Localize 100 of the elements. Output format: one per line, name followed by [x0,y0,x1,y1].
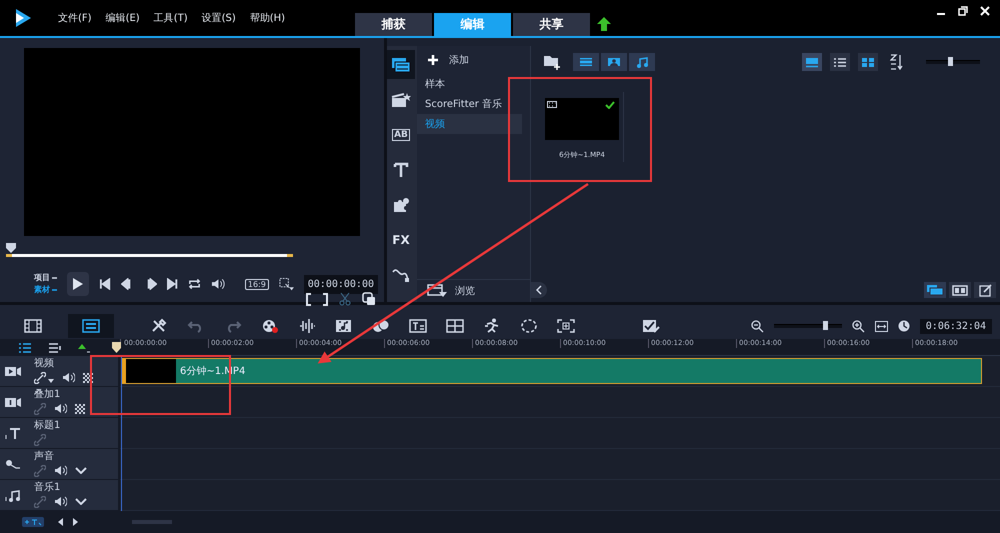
close-icon[interactable] [980,6,990,16]
photo-filter-button[interactable] [601,53,627,71]
zoom-slider[interactable] [774,324,842,328]
scroll-right-icon[interactable] [72,518,78,526]
film-icon[interactable] [579,57,593,67]
chevron-down-icon[interactable] [75,498,87,505]
transition-tab[interactable]: AB [387,120,415,149]
chapter-list-icon[interactable] [48,342,62,352]
puzzle-icon[interactable] [392,196,410,212]
fit-icon[interactable] [874,320,888,332]
skip-start-icon[interactable] [99,278,111,290]
aspect-ratio-dropdown[interactable]: 16:9 [244,278,269,290]
chevron-down-icon[interactable] [75,467,87,474]
menu-item[interactable]: 工具(T) [154,11,188,25]
volume-icon[interactable] [54,496,67,507]
add-icon[interactable] [427,54,439,66]
skip-end-icon[interactable] [166,278,178,290]
add-folder-icon[interactable] [543,54,561,70]
checker-icon[interactable] [83,372,93,382]
media-tab[interactable] [387,50,415,79]
play-button[interactable] [67,272,90,296]
edit-check-icon[interactable] [642,318,660,334]
edit-icon[interactable] [978,284,992,296]
mode-tab[interactable]: 共享 [513,13,590,36]
volume-icon[interactable] [210,278,225,290]
grid-icon[interactable] [446,318,464,334]
upload-arrow-icon[interactable] [596,16,612,32]
timecode-field[interactable]: 00:00:00:00 [304,274,378,294]
mode-toggle[interactable]: 项目 [34,272,50,284]
menu-item[interactable]: 编辑(E) [106,11,140,25]
playhead-icon[interactable] [112,342,121,354]
scrollbar[interactable] [132,520,172,524]
film-music-icon[interactable] [335,318,353,334]
video-filter-button[interactable] [573,53,599,71]
scissors-icon[interactable] [338,292,352,306]
split-view-button[interactable] [949,282,971,298]
mode-toggle[interactable]: 素材 [34,284,50,296]
clapper-star-icon[interactable] [391,92,411,108]
add-marker-icon[interactable] [78,342,90,352]
menu-item[interactable]: 帮助(H) [250,11,286,25]
sort-icon[interactable] [890,54,904,70]
reel-icon[interactable] [261,318,279,334]
track-header[interactable]: 叠加1 [0,387,120,418]
track-header[interactable]: 音乐1 [0,480,120,511]
runner-icon[interactable] [483,318,501,334]
add-label[interactable]: 添加 [449,53,469,67]
menu-item[interactable]: 文件(F) [58,11,92,25]
media-icon[interactable] [391,56,411,72]
play-icon[interactable] [72,277,84,291]
music-filter-button[interactable] [629,53,655,71]
collapse-button[interactable] [531,282,547,298]
crop-dropdown-icon[interactable] [278,277,294,291]
sound-wave-icon[interactable] [298,318,316,334]
list-view-button[interactable] [830,53,850,71]
volume-icon[interactable] [54,465,67,476]
repeat-icon[interactable] [188,278,201,290]
circles-icon[interactable] [372,318,390,334]
frame-icon[interactable] [557,318,575,334]
timeline-view-button[interactable] [68,314,114,338]
music-note-icon[interactable] [636,56,648,68]
menu-item[interactable]: 设置(S) [202,11,236,25]
category-item[interactable]: 视频 [417,114,522,134]
grid-view-button[interactable] [858,53,878,71]
scroll-left-icon[interactable] [58,518,64,526]
browse-label[interactable]: 浏览 [455,284,475,298]
photo-icon[interactable] [607,57,621,67]
category-item[interactable]: 样本 [417,74,522,94]
volume-icon[interactable] [54,403,67,414]
chevron-left-icon[interactable] [536,285,542,295]
zoom-out-icon[interactable] [750,320,764,332]
browse-icon[interactable] [427,284,447,298]
thumbnail-size-slider[interactable] [926,60,980,64]
title-icon[interactable] [409,318,427,334]
checker-icon[interactable] [75,404,85,414]
slider-thumb[interactable] [822,321,828,330]
filter-tab[interactable]: FX [387,225,415,254]
film-icon[interactable] [24,319,42,333]
volume-icon[interactable] [62,372,75,383]
category-item[interactable]: ScoreFitter 音乐 [417,94,522,114]
loop-icon[interactable] [520,318,538,334]
track-header[interactable]: 视频 [0,356,120,387]
restore-icon[interactable] [958,6,968,16]
track-header[interactable]: 声音 [0,449,120,480]
title-icon[interactable] [393,162,409,178]
thumbnail-view-icon[interactable] [805,56,819,68]
track-header[interactable]: 标题1 [0,418,120,449]
zoom-in-icon[interactable] [852,320,865,332]
track-height-icon[interactable] [22,517,44,527]
path-icon[interactable] [392,268,410,282]
tools-icon[interactable] [150,318,168,334]
mode-tab[interactable]: 捕获 [355,13,432,36]
mark-out-icon[interactable] [322,292,328,306]
mark-in-icon[interactable] [306,292,312,306]
caret-icon[interactable] [48,378,54,382]
list-view-icon[interactable] [833,56,847,68]
track-manager-icon[interactable] [18,342,32,352]
grid-view-icon[interactable] [861,56,875,68]
edit-button[interactable] [974,282,996,298]
copy-frame-icon[interactable] [362,292,376,306]
split-icon[interactable] [952,284,968,296]
